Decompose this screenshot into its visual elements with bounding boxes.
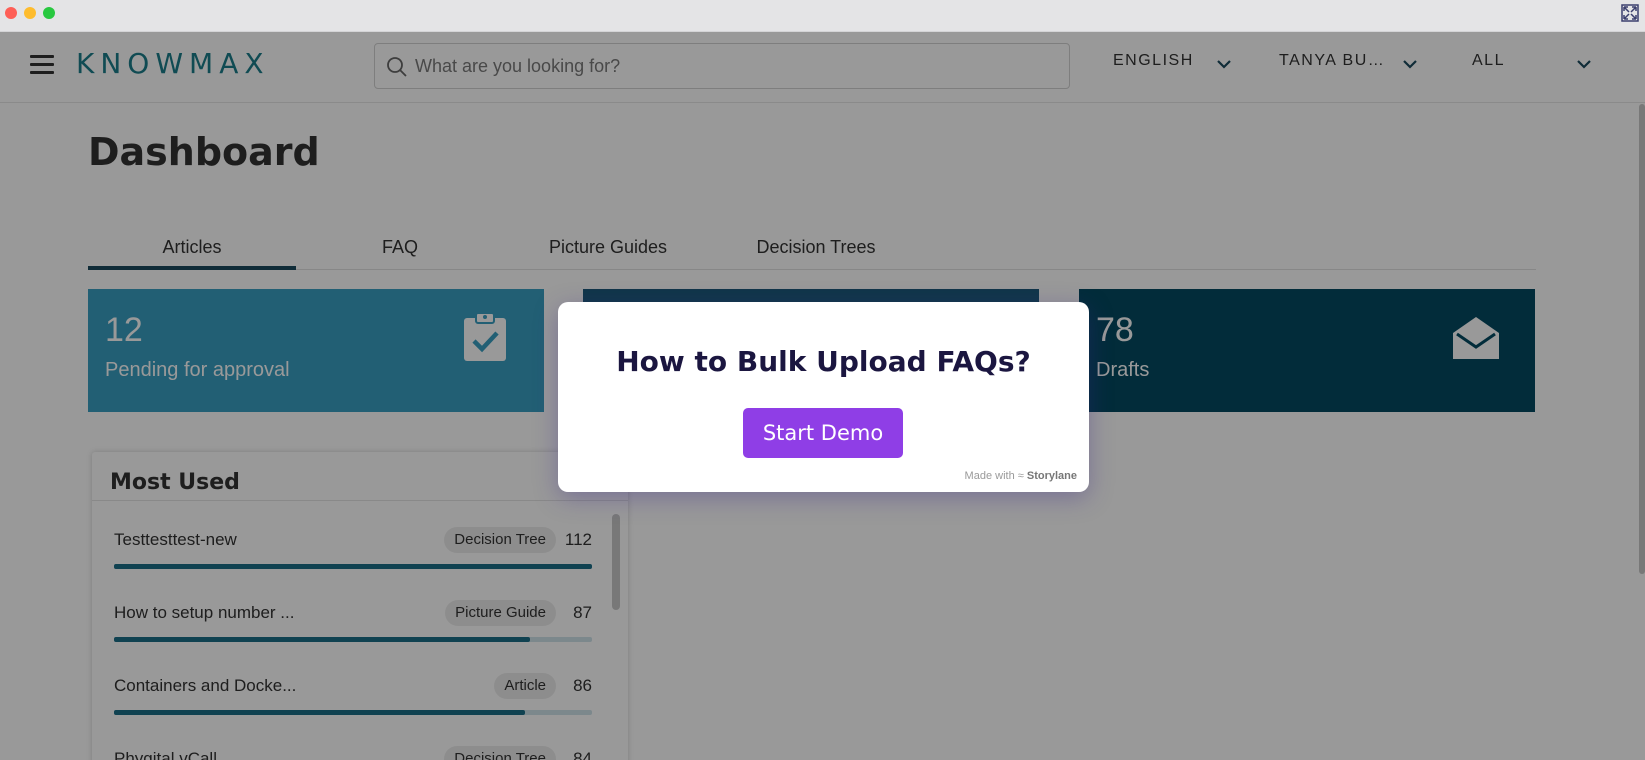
storylane-icon: ≈ — [1017, 470, 1024, 482]
start-demo-button[interactable]: Start Demo — [743, 408, 903, 458]
made-with-storylane[interactable]: Made with ≈ Storylane — [965, 470, 1077, 482]
modal-title: How to Bulk Upload FAQs? — [616, 345, 1031, 378]
window-minimize-dot[interactable] — [24, 7, 36, 19]
demo-modal: How to Bulk Upload FAQs? Start Demo Made… — [558, 302, 1089, 492]
made-with-label: Made with — [964, 470, 1015, 482]
browser-chrome — [0, 0, 1645, 32]
window-close-dot[interactable] — [5, 7, 17, 19]
window-maximize-dot[interactable] — [43, 7, 55, 19]
fullscreen-icon[interactable] — [1621, 4, 1639, 22]
storylane-brand: Storylane — [1026, 470, 1077, 482]
